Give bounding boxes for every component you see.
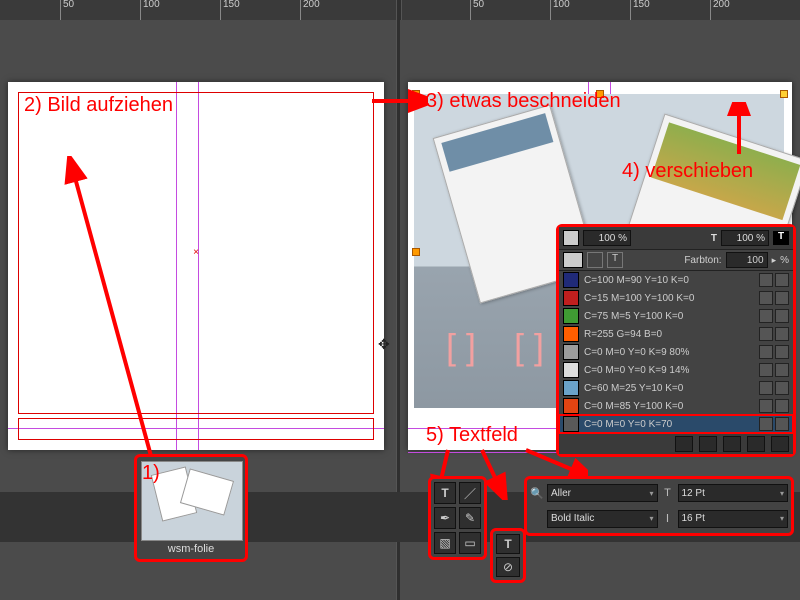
swatch-row[interactable]: C=0 M=0 Y=0 K=70 bbox=[559, 415, 793, 433]
swatch-row[interactable]: C=100 M=90 Y=10 K=0 bbox=[559, 271, 793, 289]
rect-tool-icon[interactable]: ▭ bbox=[459, 532, 481, 554]
swatch-row[interactable]: C=15 M=100 Y=100 K=0 bbox=[559, 289, 793, 307]
tint-field[interactable]: 100 bbox=[726, 252, 768, 268]
fill-icon bbox=[563, 230, 579, 246]
delete-swatch-icon[interactable] bbox=[771, 436, 789, 452]
thumbnail-caption: wsm-folie bbox=[141, 541, 241, 555]
show-all-icon[interactable] bbox=[675, 436, 693, 452]
tint-arrow-icon[interactable]: ▸ bbox=[772, 255, 777, 266]
type-reverse-icon: T bbox=[773, 231, 789, 245]
format-text-icon[interactable]: T bbox=[496, 534, 520, 554]
pencil-tool-icon[interactable]: ✎ bbox=[459, 507, 481, 529]
no-format-icon[interactable]: ⊘ bbox=[496, 557, 520, 577]
rect-frame-tool-icon[interactable]: ▧ bbox=[434, 532, 456, 554]
arrow-icon bbox=[368, 88, 428, 114]
swatch-row[interactable]: C=60 M=25 Y=10 K=0 bbox=[559, 379, 793, 397]
annotation-4: 4) verschieben bbox=[622, 160, 753, 183]
show-gradient-icon[interactable] bbox=[723, 436, 741, 452]
annotation-2: 2) Bild aufziehen bbox=[24, 94, 173, 117]
fill-stroke-icon[interactable] bbox=[563, 252, 583, 268]
zoom-field-2[interactable]: 100 % bbox=[721, 230, 769, 246]
swatch-row[interactable]: C=0 M=0 Y=0 K=9 80% bbox=[559, 343, 793, 361]
show-color-icon[interactable] bbox=[699, 436, 717, 452]
zoom-field-1[interactable]: 100 % bbox=[583, 230, 631, 246]
move-cursor-icon: ✥ bbox=[378, 336, 390, 353]
swatch-row[interactable]: R=255 G=94 B=0 bbox=[559, 325, 793, 343]
font-search-icon: 🔍 bbox=[530, 486, 544, 500]
font-size-dropdown[interactable]: 12 Pt bbox=[678, 484, 789, 502]
tint-label: Farbton: bbox=[684, 255, 721, 266]
tool-chips-left[interactable]: T ／ ✒ ✎ ▧ ▭ bbox=[428, 476, 487, 560]
arrow-icon bbox=[56, 156, 176, 476]
arrow-icon bbox=[724, 102, 754, 162]
annotation-3: 3) etwas beschneiden bbox=[426, 90, 621, 113]
swatch-list[interactable]: C=100 M=90 Y=10 K=0C=15 M=100 Y=100 K=0C… bbox=[559, 271, 793, 433]
line-tool-icon[interactable]: ／ bbox=[459, 482, 481, 504]
pen-tool-icon[interactable]: ✒ bbox=[434, 507, 456, 529]
swatch-row[interactable]: C=0 M=85 Y=100 K=0 bbox=[559, 397, 793, 415]
container-format-icon[interactable] bbox=[587, 252, 603, 268]
font-size-icon: T bbox=[661, 486, 675, 500]
leading-dropdown[interactable]: 16 Pt bbox=[678, 510, 789, 528]
swatch-row[interactable]: C=75 M=5 Y=100 K=0 bbox=[559, 307, 793, 325]
text-format-icon[interactable]: T bbox=[607, 252, 623, 268]
new-swatch-icon[interactable] bbox=[747, 436, 765, 452]
leading-icon: Ⅰ bbox=[661, 512, 675, 526]
frame-empty-icon: × bbox=[191, 248, 201, 258]
character-panel[interactable]: 🔍 Aller T 12 Pt Bold Italic Ⅰ 16 Pt bbox=[524, 476, 794, 536]
type-tool-icon[interactable]: T bbox=[434, 482, 456, 504]
font-style-dropdown[interactable]: Bold Italic bbox=[547, 510, 658, 528]
swatch-row[interactable]: C=0 M=0 Y=0 K=9 14% bbox=[559, 361, 793, 379]
swatches-footer bbox=[559, 433, 793, 454]
tool-chips-right[interactable]: T ⊘ bbox=[490, 528, 526, 583]
font-family-dropdown[interactable]: Aller bbox=[547, 484, 658, 502]
swatches-panel[interactable]: 100 % T 100 % T T Farbton: 100 ▸ % C=100… bbox=[556, 224, 796, 457]
type-icon: T bbox=[711, 233, 717, 244]
